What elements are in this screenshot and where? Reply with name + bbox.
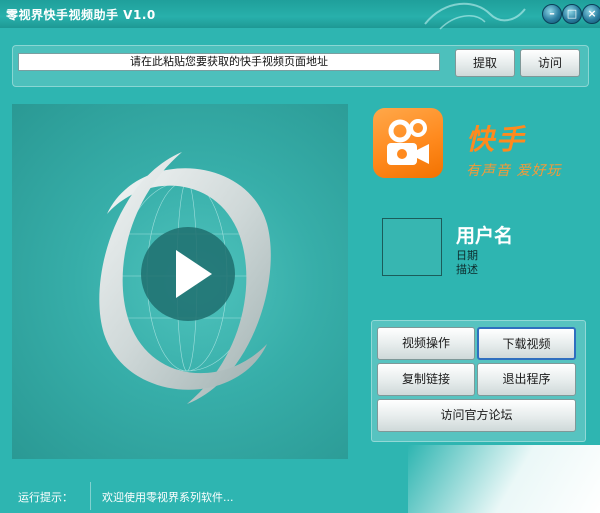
decorative-swirl (424, 2, 526, 30)
user-name: 用户名 (456, 225, 514, 247)
avatar (382, 218, 442, 276)
copy-link-button[interactable]: 复制链接 (377, 363, 475, 396)
maximize-icon[interactable]: □ (562, 4, 582, 24)
forum-button[interactable]: 访问官方论坛 (377, 399, 576, 432)
title-bar[interactable]: 零视界快手视频助手 V1.0 – □ × (0, 0, 600, 30)
video-ops-button[interactable]: 视频操作 (377, 327, 475, 360)
extract-button[interactable]: 提取 (455, 49, 515, 77)
brand-name: 快手 (466, 123, 527, 156)
visit-button[interactable]: 访问 (520, 49, 580, 77)
player-graphic (99, 152, 271, 404)
status-divider (90, 482, 91, 510)
status-label: 运行提示： (18, 491, 73, 504)
window-title: 零视界快手视频助手 V1.0 (6, 8, 156, 22)
exit-button[interactable]: 退出程序 (477, 363, 576, 396)
corner-highlight (408, 445, 600, 513)
user-description: 描述 (456, 263, 478, 276)
download-button[interactable]: 下载视频 (477, 327, 576, 360)
app-window: 零视界快手视频助手 V1.0 – □ × 请在此粘贴您要获取的快手视频页面地址 … (0, 0, 600, 513)
kuaishou-logo (373, 108, 443, 178)
url-input[interactable]: 请在此粘贴您要获取的快手视频页面地址 (18, 53, 440, 71)
status-message: 欢迎使用零视界系列软件... (102, 491, 234, 504)
camera-icon (387, 119, 429, 165)
brand-slogan: 有声音 爱好玩 (466, 163, 562, 179)
video-player[interactable] (12, 104, 348, 459)
close-icon[interactable]: × (582, 4, 600, 24)
minimize-icon[interactable]: – (542, 4, 562, 24)
